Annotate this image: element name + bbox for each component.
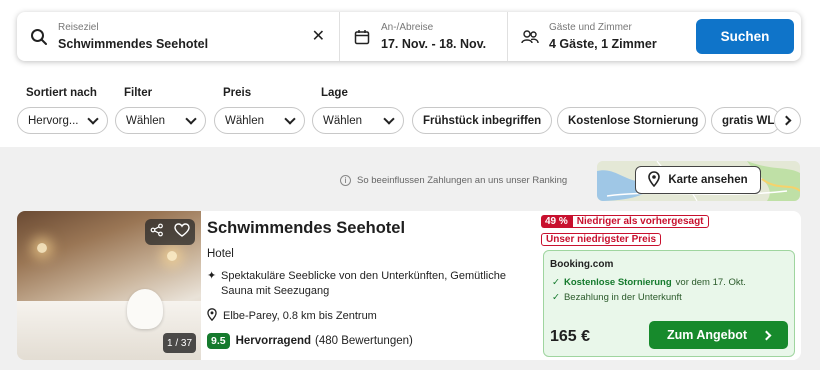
perk-bold: Kostenlose Stornierung [563, 277, 672, 288]
filters-scroll-right-button[interactable] [774, 107, 801, 134]
hotel-location: Elbe-Parey, 0.8 km bis Zentrum [207, 308, 377, 324]
rating-word: Hervorragend [235, 335, 312, 347]
discount-badge: 49 % Niedriger als vorhergesagt [541, 215, 709, 228]
hotel-info: Schwimmendes Seehotel Hotel ✦ Spektakulä… [207, 211, 537, 360]
filter-label: Filter [124, 87, 153, 99]
view-deal-button[interactable]: Zum Angebot [649, 321, 788, 349]
towel-swan-image [127, 289, 163, 329]
location-group: Lage Wählen [312, 87, 404, 134]
destination-field[interactable]: Reiseziel Schwimmendes Seehotel ✕ [17, 12, 340, 61]
search-icon [29, 27, 49, 47]
perk-pay-at-property: ✓ Bezahlung in der Unterkunft [552, 292, 682, 303]
deal-panel: 49 % Niedriger als vorhergesagt Unser ni… [541, 215, 795, 357]
sort-label: Sortiert nach [26, 87, 97, 99]
sort-value: Hervorg... [28, 114, 79, 127]
info-icon: i [340, 175, 351, 186]
chevron-down-icon [185, 112, 197, 125]
search-button[interactable]: Suchen [696, 19, 794, 54]
chip-breakfast[interactable]: Frühstück inbegriffen [412, 107, 552, 134]
perk-pay-text: Bezahlung in der Unterkunft [563, 292, 682, 303]
location-label: Lage [321, 87, 348, 99]
filter-group: Filter Wählen [115, 87, 206, 134]
hotel-rating[interactable]: 9.5 Hervorragend (480 Bewertungen) [207, 333, 413, 349]
photo-actions [145, 219, 195, 245]
calendar-icon [352, 27, 372, 47]
lamp-light [37, 243, 47, 253]
location-select[interactable]: Wählen [312, 107, 404, 134]
sort-select[interactable]: Hervorg... [17, 107, 108, 134]
hotel-name[interactable]: Schwimmendes Seehotel [207, 219, 405, 238]
share-icon[interactable] [150, 223, 164, 242]
price-value: Wählen [225, 114, 264, 127]
hotel-highlight-text: Spektakuläre Seeblicke von den Unterkünf… [221, 270, 506, 297]
guests-value[interactable]: 4 Gäste, 1 Zimmer [549, 36, 657, 52]
hotel-location-text: Elbe-Parey, 0.8 km bis Zentrum [223, 310, 377, 322]
filter-bar: Sortiert nach Hervorg... Filter Wählen P… [17, 87, 820, 135]
guests-label: Gäste und Zimmer [549, 21, 632, 33]
ranking-note-text: So beeinflussen Zahlungen an uns unser R… [357, 175, 568, 186]
lowest-price-badge: Unser niedrigster Preis [541, 233, 662, 246]
lamp-light [167, 251, 177, 261]
location-pin-icon [207, 308, 217, 324]
sparkle-icon: ✦ [207, 270, 217, 282]
check-icon: ✓ [552, 292, 560, 303]
offer-box[interactable]: Booking.com ✓ Kostenlose Stornierung vor… [543, 250, 795, 357]
guests-field[interactable]: Gäste und Zimmer 4 Gäste, 1 Zimmer [508, 12, 688, 61]
show-map-label: Karte ansehen [668, 174, 748, 186]
sort-group: Sortiert nach Hervorg... [17, 87, 108, 134]
chip-free-wifi[interactable]: gratis WLAN [711, 107, 781, 134]
price-group: Preis Wählen [214, 87, 305, 134]
chip-free-cancellation[interactable]: Kostenlose Stornierung [557, 107, 706, 134]
hotel-type: Hotel [207, 248, 234, 260]
location-value: Wählen [323, 114, 362, 127]
map-preview[interactable]: Karte ansehen [597, 161, 800, 201]
price-label: Preis [223, 87, 252, 99]
perk-free-cancellation: ✓ Kostenlose Stornierung vor dem 17. Okt… [552, 277, 746, 288]
filter-select[interactable]: Wählen [115, 107, 206, 134]
search-bar: Reiseziel Schwimmendes Seehotel ✕ An-/Ab… [17, 12, 801, 61]
dates-value[interactable]: 17. Nov. - 18. Nov. [381, 36, 486, 52]
rating-count: (480 Bewertungen) [315, 335, 413, 347]
destination-value[interactable]: Schwimmendes Seehotel [58, 36, 208, 52]
hotel-highlight: ✦ Spektakuläre Seeblicke von den Unterkü… [207, 269, 532, 299]
ranking-note[interactable]: i So beeinflussen Zahlungen an uns unser… [340, 175, 567, 186]
discount-text: Niedriger als vorhergesagt [571, 215, 709, 228]
chevron-down-icon [284, 112, 296, 125]
clear-icon[interactable]: ✕ [312, 26, 325, 46]
dates-label: An-/Abreise [381, 21, 434, 33]
perk-rest: vor dem 17. Okt. [675, 277, 746, 288]
price-select[interactable]: Wählen [214, 107, 305, 134]
price: 165 € [550, 328, 591, 345]
heart-icon[interactable] [174, 222, 190, 242]
view-deal-label: Zum Angebot [666, 328, 748, 342]
dates-field[interactable]: An-/Abreise 17. Nov. - 18. Nov. [340, 12, 508, 61]
filter-value: Wählen [126, 114, 165, 127]
chevron-down-icon [87, 112, 99, 125]
provider-name: Booking.com [550, 259, 614, 270]
map-pin-icon [648, 170, 661, 190]
photo-counter: 1 / 37 [163, 333, 196, 353]
chevron-right-icon [781, 115, 791, 126]
guests-icon [520, 27, 540, 47]
discount-percent: 49 % [541, 215, 572, 228]
hotel-result-card[interactable]: 1 / 37 Schwimmendes Seehotel Hotel ✦ Spe… [17, 211, 801, 360]
chevron-down-icon [383, 112, 395, 125]
chevron-right-icon [761, 330, 772, 340]
destination-label: Reiseziel [58, 21, 99, 33]
rating-score-badge: 9.5 [207, 333, 230, 349]
hotel-photo[interactable]: 1 / 37 [17, 211, 201, 360]
show-map-button[interactable]: Karte ansehen [635, 166, 761, 194]
check-icon: ✓ [552, 277, 560, 288]
